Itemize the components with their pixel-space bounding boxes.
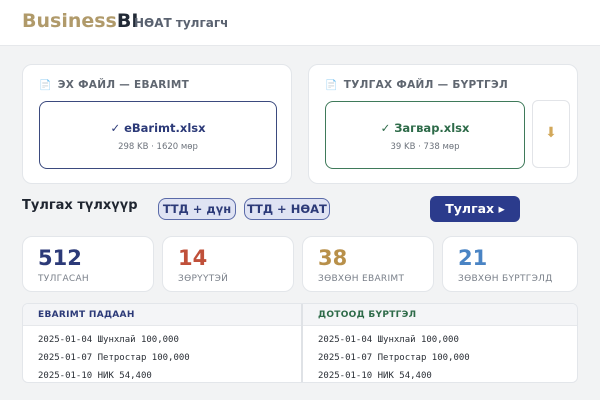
document-icon: 📄: [39, 80, 52, 91]
source-file-title: 📄 ЭХ ФАЙЛ — EBARIMT: [39, 79, 189, 91]
stat-label: ТУЛГАСАН: [38, 274, 90, 284]
internal-register-list-header: ДОТООД БҮРТГЭЛ: [303, 304, 577, 326]
list-item[interactable]: 2025-01-07 Петростар 100,000: [318, 353, 470, 363]
stat-label: ЗӨРҮҮТЭЙ: [178, 274, 229, 284]
stat-label: ЗӨВХӨН EBARIMT: [318, 274, 405, 284]
page-subtitle: НӨАТ тулгагч: [134, 16, 229, 30]
brand-name-part-1: Business: [22, 10, 117, 32]
source-file-title-text: ЭХ ФАЙЛ — EBARIMT: [57, 79, 190, 91]
stat-card-matched: 512 ТУЛГАСАН: [22, 236, 154, 292]
comparison-panel: EBARIMT ПАДААН 2025-01-04 Шунхлай 100,00…: [22, 303, 578, 383]
download-button[interactable]: ⬇: [532, 100, 570, 168]
source-file-card: 📄 ЭХ ФАЙЛ — EBARIMT ✓ eBarimt.xlsx 298 K…: [22, 64, 292, 184]
ebarimt-list-header: EBARIMT ПАДААН: [23, 304, 301, 326]
list-item[interactable]: 2025-01-10 НИК 54,400: [318, 371, 432, 381]
source-file-meta: 298 KB · 1620 мөр: [118, 142, 198, 152]
download-icon: ⬇: [545, 125, 557, 141]
stat-card-ebarimt-only: 38 ЗӨВХӨН EBARIMT: [302, 236, 434, 292]
document-icon: 📄: [325, 80, 338, 91]
list-item[interactable]: 2025-01-07 Петростар 100,000: [38, 353, 190, 363]
stat-label: ЗӨВХӨН БҮРТГЭЛД: [458, 274, 553, 284]
stat-value: 14: [178, 246, 208, 270]
ebarimt-list: EBARIMT ПАДААН 2025-01-04 Шунхлай 100,00…: [23, 304, 301, 382]
stat-card-register-only: 21 ЗӨВХӨН БҮРТГЭЛД: [442, 236, 578, 292]
match-key-option-tin-vat[interactable]: ТТД + НӨАТ: [244, 198, 330, 220]
compare-file-title-text: ТУЛГАХ ФАЙЛ — БҮРТГЭЛ: [343, 79, 509, 91]
brand-logo: BusinessBI: [22, 10, 138, 32]
internal-register-list: ДОТООД БҮРТГЭЛ 2025-01-04 Шунхлай 100,00…: [301, 304, 577, 382]
compare-file-name: ✓ Загвар.xlsx: [380, 121, 470, 135]
source-file-dropzone[interactable]: ✓ eBarimt.xlsx 298 KB · 1620 мөр: [39, 101, 277, 169]
match-key-label: Тулгах түлхүүр: [22, 198, 138, 213]
source-file-name: ✓ eBarimt.xlsx: [110, 121, 206, 135]
match-button[interactable]: Тулгах ▸: [430, 196, 520, 222]
compare-file-meta: 39 KB · 738 мөр: [390, 142, 460, 152]
stat-value: 512: [38, 246, 82, 270]
stat-value: 21: [458, 246, 488, 270]
compare-file-dropzone[interactable]: ✓ Загвар.xlsx 39 KB · 738 мөр: [325, 101, 525, 169]
list-item[interactable]: 2025-01-04 Шунхлай 100,000: [318, 335, 459, 345]
match-key-option-tin-amount[interactable]: ТТД + дүн: [158, 198, 236, 220]
compare-file-title: 📄 ТУЛГАХ ФАЙЛ — БҮРТГЭЛ: [325, 79, 508, 91]
stat-card-mismatched: 14 ЗӨРҮҮТЭЙ: [162, 236, 294, 292]
app-header: BusinessBI НӨАТ тулгагч: [0, 0, 600, 46]
list-item[interactable]: 2025-01-10 НИК 54,400: [38, 371, 152, 381]
list-item[interactable]: 2025-01-04 Шунхлай 100,000: [38, 335, 179, 345]
stat-value: 38: [318, 246, 348, 270]
